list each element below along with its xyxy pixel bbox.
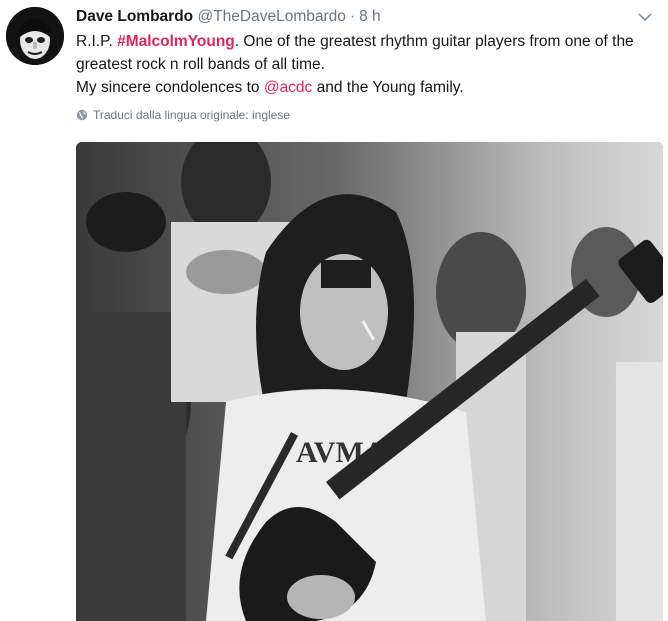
tweet-header: Dave Lombardo @TheDaveLombardo · 8 h bbox=[76, 5, 654, 29]
globe-icon bbox=[76, 109, 88, 121]
photo-image: AVMA bbox=[76, 142, 663, 621]
text-line2-suffix: and the Young family. bbox=[312, 79, 464, 96]
tweet: Dave Lombardo @TheDaveLombardo · 8 h R.I.P… bbox=[0, 0, 668, 621]
text-prefix: R.I.P. bbox=[76, 33, 118, 50]
tweet-timestamp[interactable]: 8 h bbox=[359, 8, 381, 25]
author-handle[interactable]: @TheDaveLombardo bbox=[197, 8, 345, 25]
text-line2-prefix: My sincere condolences to bbox=[76, 79, 264, 96]
tweet-text: R.I.P. #MalcolmYoung. One of the greates… bbox=[76, 30, 666, 99]
dot-separator: · bbox=[349, 8, 356, 25]
tweet-text-line1: R.I.P. #MalcolmYoung. One of the greates… bbox=[76, 30, 666, 76]
avatar[interactable] bbox=[6, 7, 64, 65]
translate-link[interactable]: Traduci dalla lingua originale: inglese bbox=[76, 108, 290, 122]
author-name[interactable]: Dave Lombardo bbox=[76, 8, 193, 25]
chevron-down-icon[interactable] bbox=[636, 8, 654, 26]
tweet-photo[interactable]: AVMA bbox=[76, 142, 663, 621]
hashtag-link[interactable]: #MalcolmYoung bbox=[117, 33, 235, 50]
translate-label: Traduci dalla lingua originale: inglese bbox=[93, 108, 291, 122]
mention-link[interactable]: @acdc bbox=[264, 79, 312, 96]
tweet-text-line2: My sincere condolences to @acdc and the … bbox=[76, 76, 666, 99]
